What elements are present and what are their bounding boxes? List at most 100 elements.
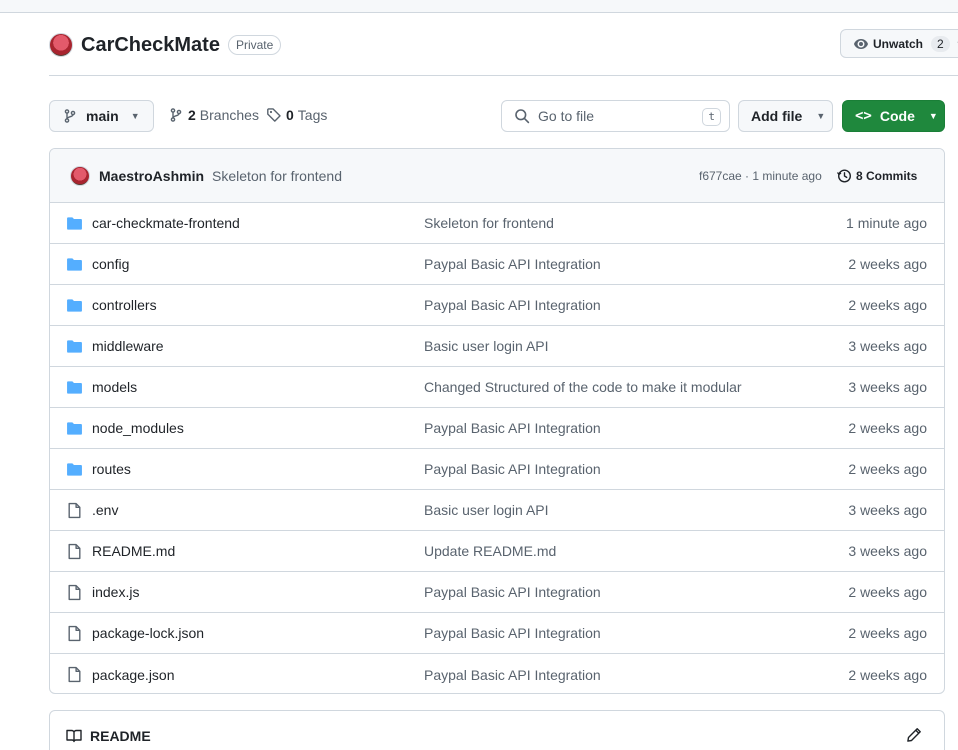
commit-message-link[interactable]: Basic user login API — [424, 338, 549, 354]
go-to-file-search[interactable]: t — [501, 100, 730, 132]
branch-name: main — [86, 108, 119, 124]
file-row[interactable]: node_modules Paypal Basic API Integration… — [50, 408, 944, 449]
file-row[interactable]: README.md Update README.md 3 weeks ago — [50, 531, 944, 572]
commit-date: 3 weeks ago — [848, 338, 927, 354]
commit-date: 2 weeks ago — [848, 461, 927, 477]
tags-link[interactable]: 0 Tags — [266, 107, 327, 123]
file-row[interactable]: models Changed Structured of the code to … — [50, 367, 944, 408]
file-row[interactable]: config Paypal Basic API Integration 2 week… — [50, 244, 944, 285]
file-row[interactable]: package-lock.json Paypal Basic API Integr… — [50, 613, 944, 654]
file-name-link[interactable]: middleware — [92, 338, 164, 354]
tags-label: Tags — [297, 107, 328, 123]
code-icon: <> — [855, 108, 872, 124]
latest-commit-bar: MaestroAshmin Skeleton for frontend f677… — [50, 149, 944, 203]
commit-hash-time[interactable]: f677cae · 1 minute ago — [699, 169, 822, 183]
commit-message-link[interactable]: Paypal Basic API Integration — [424, 297, 601, 313]
file-name-link[interactable]: README.md — [92, 543, 175, 559]
commit-message-link[interactable]: Skeleton for frontend — [424, 215, 554, 231]
file-row[interactable]: routes Paypal Basic API Integration 2 week… — [50, 449, 944, 490]
file-name-link[interactable]: routes — [92, 461, 131, 477]
unwatch-button[interactable]: Unwatch 2 ▼ — [840, 29, 958, 58]
code-label: Code — [879, 108, 915, 124]
chevron-down-icon: ▼ — [928, 111, 938, 121]
folder-icon — [66, 379, 83, 396]
file-row[interactable]: car-checkmate-frontend Skeleton for front… — [50, 203, 944, 244]
commit-message-link[interactable]: Paypal Basic API Integration — [424, 667, 601, 683]
file-name-link[interactable]: package-lock.json — [92, 625, 204, 641]
readme-panel: README — [49, 710, 945, 750]
commit-date: 2 weeks ago — [848, 666, 927, 683]
file-row[interactable]: controllers Paypal Basic API Integration 2… — [50, 285, 944, 326]
commit-message-link[interactable]: Paypal Basic API Integration — [424, 420, 601, 436]
file-row[interactable]: .env Basic user login API 3 weeks ago — [50, 490, 944, 531]
file-icon — [66, 625, 83, 642]
branches-label: Branches — [199, 107, 259, 123]
folder-icon — [66, 215, 83, 232]
code-button[interactable]: <> Code ▼ — [842, 100, 945, 132]
watch-count: 2 — [931, 35, 950, 52]
file-name-link[interactable]: car-checkmate-frontend — [92, 215, 240, 231]
file-name-link[interactable]: config — [92, 256, 129, 272]
add-file-button[interactable]: Add file ▼ — [738, 100, 833, 132]
file-icon — [66, 502, 83, 519]
commit-date: 2 weeks ago — [848, 297, 927, 313]
commit-date: 2 weeks ago — [848, 420, 927, 436]
history-icon — [836, 168, 852, 183]
chevron-down-icon: ▼ — [130, 111, 140, 121]
go-to-file-input[interactable] — [538, 108, 688, 124]
file-table: MaestroAshmin Skeleton for frontend f677… — [49, 148, 945, 694]
search-icon — [515, 109, 530, 124]
file-name-link[interactable]: index.js — [92, 584, 139, 600]
keyboard-shortcut-hint: t — [702, 108, 721, 126]
folder-icon — [66, 338, 83, 355]
chevron-down-icon: ▼ — [816, 111, 826, 121]
readme-label[interactable]: README — [90, 728, 151, 744]
commit-date: 2 weeks ago — [848, 256, 927, 272]
folder-icon — [66, 297, 83, 314]
branch-selector-button[interactable]: main ▼ — [49, 100, 154, 132]
branch-icon — [64, 109, 76, 123]
file-list: car-checkmate-frontend Skeleton for front… — [50, 203, 944, 693]
pencil-icon[interactable] — [906, 727, 922, 743]
folder-icon — [66, 420, 83, 437]
file-row[interactable]: package.json Paypal Basic API Integration… — [50, 654, 944, 693]
commit-message-link[interactable]: Basic user login API — [424, 502, 549, 518]
header-divider — [49, 75, 958, 76]
commit-message-link[interactable]: Paypal Basic API Integration — [424, 584, 601, 600]
commit-date: 3 weeks ago — [848, 379, 927, 395]
commit-message-link[interactable]: Update README.md — [424, 543, 556, 559]
branches-link[interactable]: 2 Branches — [168, 107, 259, 123]
book-icon — [66, 729, 82, 743]
repo-header: CarCheckMate Private — [49, 30, 282, 60]
file-row[interactable]: index.js Paypal Basic API Integration 2 we… — [50, 572, 944, 613]
file-name-link[interactable]: controllers — [92, 297, 157, 313]
commit-date: 2 weeks ago — [848, 625, 927, 641]
folder-icon — [66, 461, 83, 478]
file-icon — [66, 666, 83, 683]
tags-count: 0 — [286, 107, 294, 123]
commit-message-link[interactable]: Paypal Basic API Integration — [424, 461, 601, 477]
commit-message-link[interactable]: Paypal Basic API Integration — [424, 625, 601, 641]
file-name-link[interactable]: package.json — [92, 667, 175, 683]
visibility-badge: Private — [227, 35, 282, 55]
file-row[interactable]: middleware Basic user login API 3 weeks ag… — [50, 326, 944, 367]
commit-message-link[interactable]: Paypal Basic API Integration — [424, 256, 601, 272]
commits-label: 8 Commits — [856, 168, 918, 183]
commits-history-link[interactable]: 8 Commits — [836, 168, 917, 184]
commit-message-link[interactable]: Changed Structured of the code to make i… — [424, 379, 742, 395]
repo-name[interactable]: CarCheckMate — [81, 34, 220, 57]
file-icon — [66, 543, 83, 560]
owner-avatar[interactable] — [49, 33, 73, 57]
commit-date: 3 weeks ago — [848, 543, 927, 559]
branches-count: 2 — [188, 107, 196, 123]
commit-date: 2 weeks ago — [848, 584, 927, 600]
commit-author[interactable]: MaestroAshmin — [99, 168, 204, 184]
file-name-link[interactable]: models — [92, 379, 137, 395]
folder-icon — [66, 256, 83, 273]
top-strip — [0, 0, 958, 13]
commit-author-avatar[interactable] — [70, 165, 90, 186]
commit-message[interactable]: Skeleton for frontend — [212, 168, 342, 184]
file-name-link[interactable]: .env — [92, 502, 118, 518]
eye-icon — [854, 38, 868, 49]
file-name-link[interactable]: node_modules — [92, 420, 184, 436]
